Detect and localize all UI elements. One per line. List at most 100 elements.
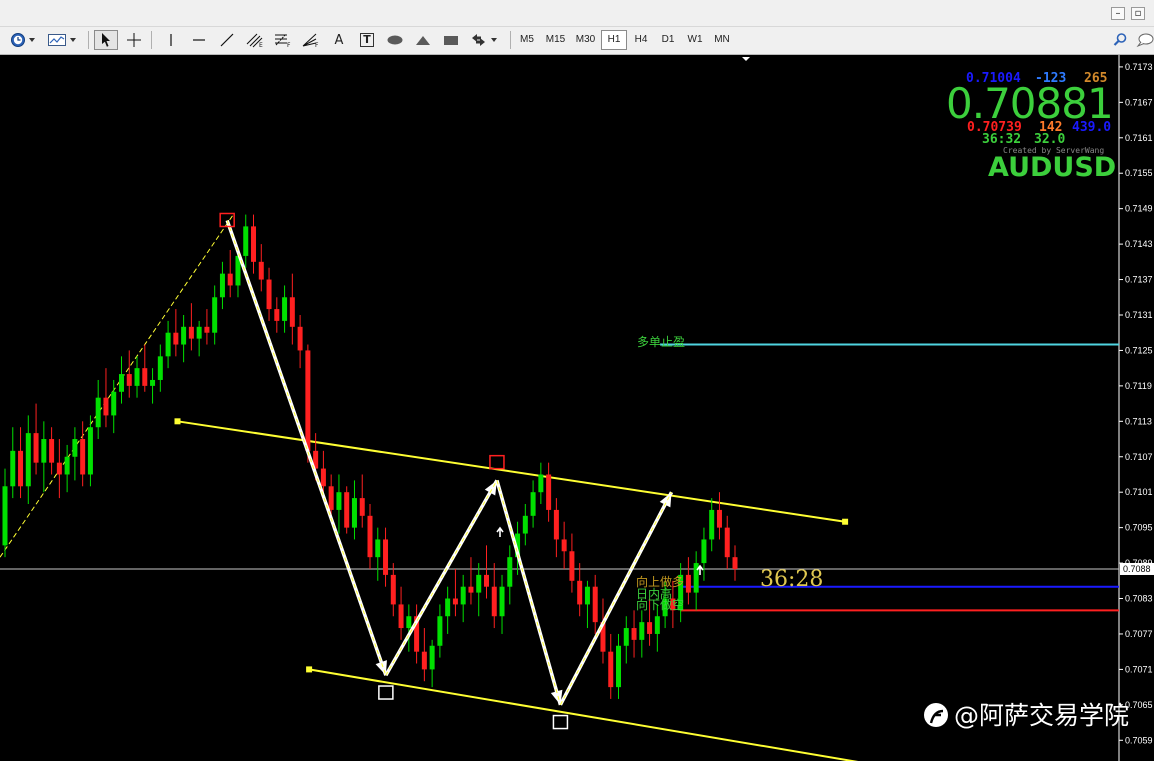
candle-body [258,261,264,280]
candle-body [266,279,272,310]
candle-body [351,498,357,528]
extra-value: 439.0 [1072,120,1112,135]
svg-text:E: E [259,42,263,48]
triangle-icon[interactable] [411,30,435,50]
timeframe-mn[interactable]: MN [709,30,735,50]
candle-body [181,326,187,345]
candle-body [406,616,412,629]
candle-body [732,557,738,569]
watermark: @阿萨交易学院 [924,701,1129,730]
fibonacci-icon[interactable]: F [271,30,295,50]
timeframe-m5[interactable]: M5 [514,30,540,50]
axis-price-label: 0.7065 [1125,700,1153,710]
candle-body [367,515,373,558]
candle-body [654,616,660,634]
timeframe-m15[interactable]: M15 [541,30,570,50]
horizontal-line-icon[interactable] [187,30,211,50]
timeframe-d1[interactable]: D1 [655,30,681,50]
countdown-label: 36:28 [760,567,823,592]
candle-body [142,368,148,386]
chart-background [0,55,1154,761]
axis-price-label: 0.7167 [1125,97,1153,107]
ellipse-icon[interactable] [383,30,407,50]
candle-body [49,439,55,463]
candle-body [445,598,451,617]
current-price-label: 0.7088 [1123,564,1151,574]
svg-text:F: F [287,42,291,48]
candle-body [398,604,404,629]
candle-body [212,297,218,333]
candle-body [631,628,637,640]
candle-body [616,645,622,688]
candle-body [204,326,210,333]
candle-body [165,332,171,357]
candle-body [538,474,544,493]
candle-body [126,374,132,386]
axis-price-label: 0.7071 [1125,664,1153,674]
search-icon[interactable] [1108,30,1132,50]
chart-template-icon[interactable] [46,30,80,50]
candle-body [592,586,598,623]
candle-body [647,622,653,634]
candle-body [460,586,466,605]
candle-body [375,539,381,558]
axis-price-label: 0.7107 [1125,452,1153,462]
clock-icon[interactable] [8,30,42,50]
candle-body [297,326,303,351]
candle-body [33,433,39,463]
text-label-tool[interactable]: T [355,30,379,50]
chat-icon[interactable] [1136,30,1154,50]
timeframe-m30[interactable]: M30 [571,30,600,50]
candle-body [320,468,326,487]
candle-body [530,492,536,516]
candle-body [56,462,62,475]
candle-body [87,427,93,475]
candle-body [499,586,505,617]
candle-body [328,486,334,510]
rectangle-icon[interactable] [439,30,463,50]
price-chart[interactable]: 0.7173 0.7167 0.7161 0.7155 0.7149 0.7143 0.71… [0,55,1154,761]
candle-body [569,551,575,581]
axis-price-label: 0.7113 [1125,416,1152,426]
time-left: 36:32 [982,132,1022,147]
text-tool-button[interactable]: A [327,30,351,50]
timeframe-w1[interactable]: W1 [682,30,708,50]
axis-price-label: 0.7119 [1125,381,1152,391]
timeframe-h1[interactable]: H1 [601,30,627,50]
candle-body [336,492,342,510]
trend-down-short-label: 向下做空 [636,597,684,612]
equidistant-channel-icon[interactable]: E [243,30,267,50]
candle-body [111,391,117,416]
cursor-icon[interactable] [94,30,118,50]
axis-price-label: 0.7143 [1125,239,1153,249]
candle-body [507,557,513,587]
candle-body [359,498,365,516]
axis-price-label: 0.7137 [1125,275,1153,285]
candle-body [608,651,614,688]
candle-body [157,356,163,380]
axis-price-label: 0.7155 [1125,168,1153,178]
axis-price-label: 0.7101 [1125,487,1153,497]
candle-body [64,456,70,475]
arrows-icon[interactable] [467,30,501,50]
candle-body [80,439,86,475]
axis-price-label: 0.7095 [1125,523,1153,533]
candle-body [196,326,202,339]
minimize-icon[interactable]: – [1111,7,1125,20]
candle-body [390,574,396,605]
restore-icon[interactable]: ▫ [1131,7,1145,20]
timeframe-h4[interactable]: H4 [628,30,654,50]
window-title-bar: – ▫ [0,0,1154,27]
crosshair-icon[interactable] [122,30,146,50]
candle-body [118,374,124,392]
watermark-text: @阿萨交易学院 [954,701,1129,730]
vertical-line-icon[interactable] [159,30,183,50]
fibonacci-fan-icon[interactable]: F [299,30,323,50]
channel-anchor [842,518,849,525]
candle-body [289,297,295,327]
candle-body [685,574,691,593]
axis-price-label: 0.7125 [1125,345,1153,355]
chart-toolbar: E F F A T M5 M15 M30 H1 H4 D1 W1 MN [0,27,1154,55]
channel-anchor [174,418,181,425]
trendline-icon[interactable] [215,30,239,50]
